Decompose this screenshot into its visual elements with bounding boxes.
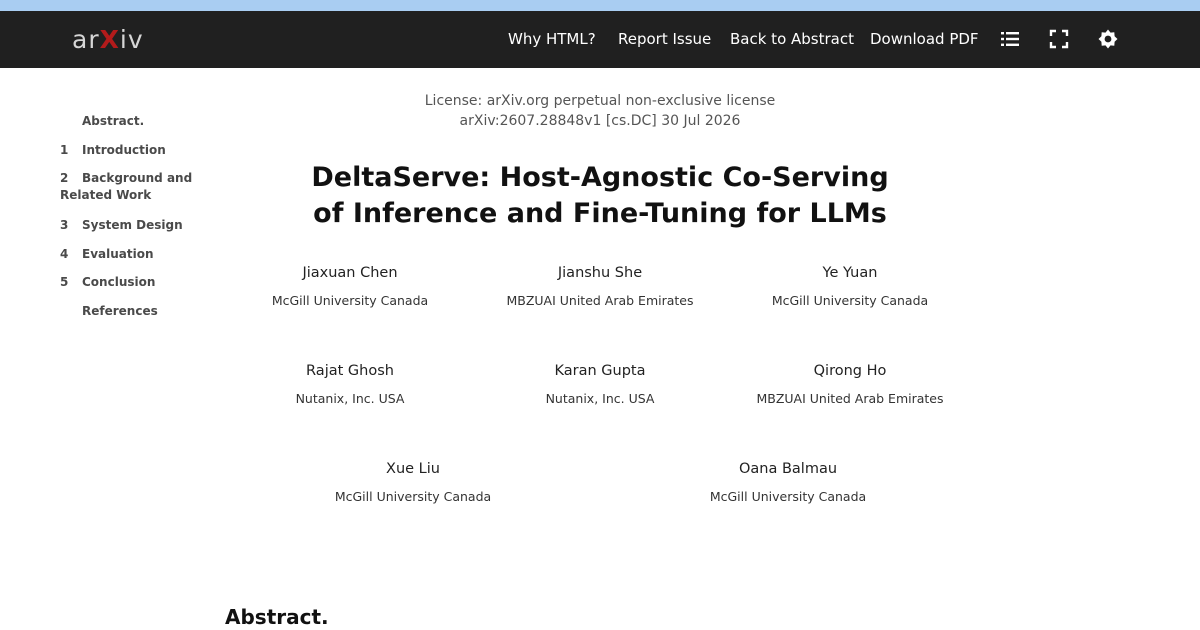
toc-item-abstract[interactable]: Abstract. (60, 113, 200, 130)
author-affiliation: McGill University Canada (771, 293, 929, 308)
toc-item-number: 1 (60, 143, 69, 157)
author-affiliation: Nutanix, Inc. USA (545, 391, 655, 406)
why-html-link[interactable]: Why HTML? (508, 29, 596, 49)
toc-item-number: 2 (60, 171, 69, 185)
toc-item-number: 4 (60, 247, 69, 261)
toc-item-system-design[interactable]: 3 System Design (60, 217, 200, 234)
browser-top-strip (0, 0, 1200, 11)
author-name: Ye Yuan (822, 265, 878, 281)
author-name: Qirong Ho (813, 363, 887, 379)
arxiv-identifier: arXiv:2607.28848v1 [cs.DC] 30 Jul 2026 (459, 113, 741, 129)
author-name: Xue Liu (386, 461, 440, 477)
back-to-abstract-link[interactable]: Back to Abstract (730, 29, 854, 49)
toc-item-background[interactable]: 2 Background and Related Work (60, 170, 200, 204)
toc-item-label: Abstract. (82, 114, 145, 128)
toc-item-label: Background and Related Work (60, 170, 200, 204)
toc-item-number: 5 (60, 275, 69, 289)
toc-item-references[interactable]: References (60, 303, 200, 320)
author-card: Jiaxuan Chen McGill University Canada (230, 263, 470, 310)
author-affiliation: MBZUAI United Arab Emirates (756, 391, 944, 406)
toc-item-label: Evaluation (82, 247, 154, 261)
author-card: Karan Gupta Nutanix, Inc. USA (480, 361, 720, 408)
license-block: License: arXiv.org perpetual non-exclusi… (300, 91, 900, 131)
author-affiliation: Nutanix, Inc. USA (295, 391, 405, 406)
toc-item-introduction[interactable]: 1 Introduction (60, 142, 200, 159)
author-affiliation: McGill University Canada (334, 489, 492, 504)
author-affiliation: McGill University Canada (709, 489, 867, 504)
license-text: License: arXiv.org perpetual non-exclusi… (424, 93, 776, 109)
author-affiliation: MBZUAI United Arab Emirates (506, 293, 694, 308)
toc-item-evaluation[interactable]: 4 Evaluation (60, 246, 200, 263)
report-issue-link[interactable]: Report Issue (618, 29, 711, 49)
toc-item-label: Introduction (82, 143, 166, 157)
paper-title-line-1: DeltaServe: Host-Agnostic Co-Serving (311, 162, 889, 193)
toc-item-label: References (82, 304, 158, 318)
settings-icon[interactable] (1097, 28, 1119, 50)
arxiv-logo[interactable]: arXiv (72, 25, 144, 55)
toc-item-conclusion[interactable]: 5 Conclusion (60, 274, 200, 291)
paper-title-line-2: of Inference and Fine-Tuning for LLMs (313, 198, 887, 229)
logo-text-suffix: iv (119, 25, 144, 54)
author-card: Ye Yuan McGill University Canada (730, 263, 970, 310)
author-name: Rajat Ghosh (306, 363, 394, 379)
author-card: Xue Liu McGill University Canada (293, 459, 533, 506)
author-affiliation: McGill University Canada (271, 293, 429, 308)
author-name: Jianshu She (557, 265, 643, 281)
author-card: Rajat Ghosh Nutanix, Inc. USA (230, 361, 470, 408)
list-icon[interactable] (999, 28, 1021, 50)
download-pdf-link[interactable]: Download PDF (870, 29, 979, 49)
abstract-heading: Abstract. (225, 605, 329, 629)
toc-item-label: Conclusion (82, 275, 156, 289)
toc-item-number: 3 (60, 218, 69, 232)
navbar: arXiv Why HTML? Report Issue Back to Abs… (0, 11, 1200, 68)
toc-item-label-text: Background and Related Work (60, 171, 193, 202)
paper-title: DeltaServe: Host-Agnostic Co-Serving of … (300, 160, 900, 232)
logo-text-prefix: ar (72, 25, 100, 54)
author-name: Karan Gupta (554, 363, 646, 379)
toc-item-label: System Design (82, 218, 183, 232)
logo-text-x: X (99, 25, 120, 54)
author-card: Jianshu She MBZUAI United Arab Emirates (480, 263, 720, 310)
fullscreen-icon[interactable] (1048, 28, 1070, 50)
author-name: Jiaxuan Chen (302, 265, 398, 281)
author-card: Qirong Ho MBZUAI United Arab Emirates (730, 361, 970, 408)
author-name: Oana Balmau (738, 461, 838, 477)
author-card: Oana Balmau McGill University Canada (668, 459, 908, 506)
